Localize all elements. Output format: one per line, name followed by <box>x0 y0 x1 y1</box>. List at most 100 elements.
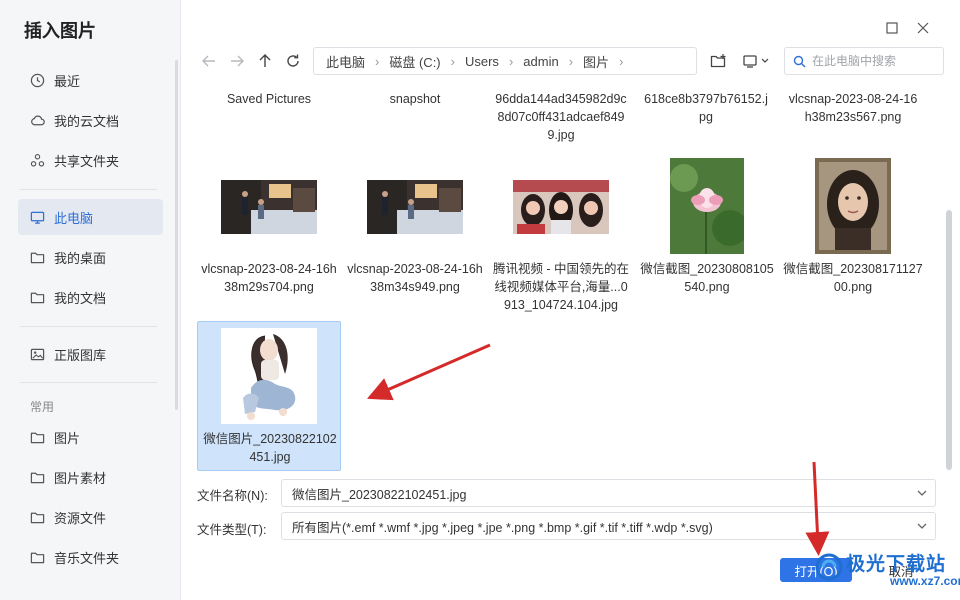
watermark-logo-icon <box>814 552 844 582</box>
sidebar-item-shared-folder[interactable]: 共享文件夹 <box>18 142 163 178</box>
file-item[interactable]: 618ce8b3797b76152.jpg <box>635 88 779 126</box>
sidebar-item-label: 我的桌面 <box>54 250 107 266</box>
chevron-right-icon: › <box>508 53 514 69</box>
breadcrumb-item[interactable]: admin <box>523 54 558 69</box>
view-mode-icon <box>743 55 769 68</box>
file-name: 96dda144ad345982d9c8d07c0ff431adcaef8499… <box>495 92 627 142</box>
sidebar: 插入图片 最近 我的云文档 共享文件夹 此电脑 我的桌面 我的文档 正版图库 常… <box>0 0 181 600</box>
file-item[interactable]: vlcsnap-2023-08-24-16h38m29s704.png <box>197 156 341 296</box>
file-name: 618ce8b3797b76152.jpg <box>644 92 768 124</box>
file-name: vlcsnap-2023-08-24-16h38m29s704.png <box>201 262 337 294</box>
sidebar-item-resource-files[interactable]: 资源文件 <box>18 499 163 535</box>
file-name: 微信图片_20230822102451.jpg <box>203 432 337 464</box>
sidebar-scrollbar[interactable] <box>175 60 178 410</box>
chevron-down-icon <box>917 490 927 496</box>
filename-label: 文件名称(N): <box>197 489 268 503</box>
file-thumbnail <box>815 158 891 254</box>
image-icon <box>29 346 45 362</box>
file-name: 腾讯视频 - 中国领先的在线视频媒体平台,海量...0913_104724.10… <box>492 262 630 312</box>
sidebar-item-picture-assets[interactable]: 图片素材 <box>18 459 163 495</box>
file-item[interactable]: 腾讯视频 - 中国领先的在线视频媒体平台,海量...0913_104724.10… <box>489 156 633 316</box>
file-name: 微信截图_20230808105540.png <box>640 262 774 294</box>
up-button[interactable] <box>254 50 276 72</box>
search-icon <box>793 55 806 67</box>
sidebar-item-pictures[interactable]: 图片 <box>18 419 163 455</box>
breadcrumb-item[interactable]: 图片 <box>583 52 609 71</box>
chevron-right-icon: › <box>375 53 380 69</box>
search-input[interactable] <box>812 54 937 68</box>
share-icon <box>29 152 45 168</box>
folder-icon <box>29 429 45 445</box>
filetype-combo[interactable]: 所有图片(*.emf *.wmf *.jpg *.jpeg *.jpe *.pn… <box>281 512 936 540</box>
view-mode-button[interactable] <box>741 50 773 72</box>
file-item[interactable]: 微信截图_20230817112700.png <box>781 156 925 296</box>
breadcrumb-item[interactable]: 磁盘 (C:) <box>389 52 440 71</box>
sidebar-item-desktop[interactable]: 我的桌面 <box>18 239 163 275</box>
file-name: Saved Pictures <box>226 92 312 106</box>
file-item[interactable]: vlcsnap-2023-08-24-16h38m34s949.png <box>343 156 487 296</box>
file-name: 微信截图_20230817112700.png <box>783 262 923 294</box>
file-thumbnail <box>221 180 317 234</box>
sidebar-item-label: 我的云文档 <box>54 113 120 129</box>
sidebar-item-label: 图片素材 <box>54 470 107 486</box>
sidebar-divider <box>20 382 157 383</box>
cloud-icon <box>29 112 45 128</box>
refresh-button[interactable] <box>282 50 304 72</box>
sidebar-item-stock-gallery[interactable]: 正版图库 <box>18 336 163 372</box>
file-grid-scrollbar[interactable] <box>946 210 952 470</box>
filename-combo[interactable]: 微信图片_20230822102451.jpg <box>281 479 936 507</box>
file-item[interactable]: snapshot <box>343 88 487 108</box>
close-button[interactable] <box>913 18 933 38</box>
sidebar-item-music-folder[interactable]: 音乐文件夹 <box>18 539 163 575</box>
sidebar-item-label: 正版图库 <box>54 347 107 363</box>
back-button[interactable] <box>198 50 220 72</box>
folder-icon <box>29 289 45 305</box>
file-item[interactable]: vlcsnap-2023-08-24-16h38m23s567.png <box>781 88 925 126</box>
search-box[interactable] <box>784 47 944 75</box>
file-thumbnail <box>670 158 748 254</box>
sidebar-section-common: 常用 <box>30 400 55 414</box>
watermark-title: 极光下载站 <box>846 554 947 575</box>
clock-icon <box>29 72 45 88</box>
sidebar-item-my-documents[interactable]: 我的文档 <box>18 279 163 315</box>
filetype-value: 所有图片(*.emf *.wmf *.jpg *.jpeg *.jpe *.pn… <box>292 520 713 535</box>
sidebar-item-cloud-docs[interactable]: 我的云文档 <box>18 102 163 138</box>
dialog-title: 插入图片 <box>24 21 96 41</box>
folder-icon <box>29 509 45 525</box>
maximize-icon <box>886 22 898 34</box>
sidebar-divider <box>20 189 157 190</box>
file-item-selected[interactable]: 微信图片_20230822102451.jpg <box>197 321 341 471</box>
sidebar-item-label: 共享文件夹 <box>54 153 120 169</box>
monitor-icon <box>29 209 45 225</box>
file-thumbnail <box>221 328 317 424</box>
arrow-left-icon <box>202 55 215 67</box>
sidebar-item-label: 最近 <box>54 73 81 89</box>
sidebar-item-label: 音乐文件夹 <box>54 550 120 566</box>
folder-icon <box>29 549 45 565</box>
breadcrumb-item[interactable]: 此电脑 <box>326 52 365 71</box>
forward-button[interactable] <box>226 50 248 72</box>
chevron-down-icon <box>917 523 927 529</box>
file-item[interactable]: 96dda144ad345982d9c8d07c0ff431adcaef8499… <box>489 88 633 144</box>
file-item[interactable]: 微信截图_20230808105540.png <box>635 156 779 296</box>
sidebar-item-label: 此电脑 <box>54 210 94 226</box>
breadcrumb-item[interactable]: Users <box>465 54 499 69</box>
filename-value: 微信图片_20230822102451.jpg <box>292 487 467 502</box>
refresh-icon <box>287 54 299 67</box>
breadcrumb: 此电脑 › 磁盘 (C:) › Users › admin › 图片 › <box>313 47 697 75</box>
file-item[interactable]: Saved Pictures <box>197 88 341 108</box>
folder-icon <box>29 249 45 265</box>
arrow-up-icon <box>259 54 271 67</box>
file-grid: Saved Pictures snapshot 96dda144ad345982… <box>181 82 960 474</box>
file-thumbnail <box>367 180 463 234</box>
sidebar-item-label: 资源文件 <box>54 510 107 526</box>
new-folder-icon <box>710 54 725 68</box>
filetype-label: 文件类型(T): <box>197 523 267 537</box>
watermark-url: www.xz7.com <box>890 574 960 588</box>
new-folder-button[interactable] <box>707 50 729 72</box>
maximize-button[interactable] <box>882 18 902 38</box>
close-icon <box>917 22 929 34</box>
chevron-right-icon: › <box>568 53 574 69</box>
sidebar-item-this-pc[interactable]: 此电脑 <box>18 199 163 235</box>
sidebar-item-recent[interactable]: 最近 <box>18 62 163 98</box>
